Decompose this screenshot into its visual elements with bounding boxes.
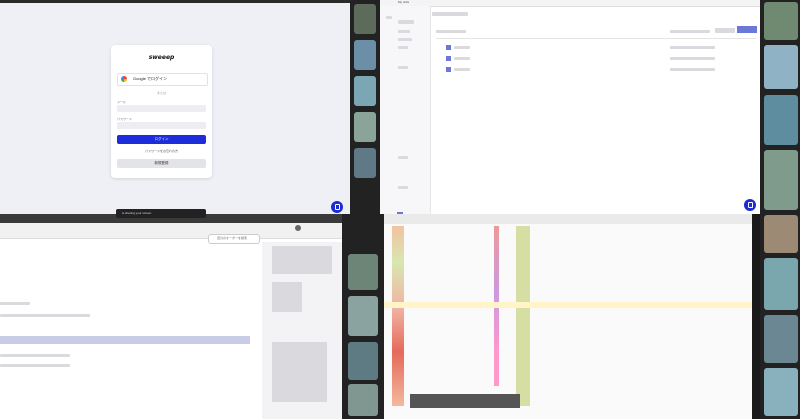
video-tile[interactable]: [764, 2, 798, 40]
page-title: [432, 12, 468, 16]
spreadsheet-pane: [384, 214, 752, 419]
main-content: [0, 244, 252, 419]
table-header: [670, 30, 710, 33]
status-column: [392, 226, 404, 406]
sidebar-item[interactable]: [398, 30, 410, 33]
google-login-button[interactable]: Google でログイン: [117, 73, 208, 86]
sidebar-item[interactable]: [398, 20, 414, 24]
login-pane: sweeep Google でログイン または メール パスワード ログイン パ…: [0, 0, 350, 214]
video-strip-right: [760, 0, 800, 419]
login-button[interactable]: ログイン: [117, 135, 206, 144]
list-item-icon: [446, 56, 451, 61]
info-box: [272, 342, 327, 402]
video-strip-middle: [342, 214, 384, 419]
sidebar-logo: [386, 16, 392, 19]
divider: [436, 38, 756, 39]
browser-pane: is sharing your screen 自分のオーダーを検索: [0, 209, 342, 419]
category-column: [516, 226, 530, 406]
list-item-meta: [670, 46, 715, 49]
info-box: [272, 246, 332, 274]
search-placeholder: 自分のオーダーを検索: [217, 236, 248, 240]
video-tile[interactable]: [764, 150, 798, 210]
app-title: My Jobs: [398, 0, 410, 4]
help-chat-icon[interactable]: [331, 201, 343, 213]
video-tile[interactable]: [764, 95, 798, 145]
sidebar-item[interactable]: [398, 156, 408, 159]
app-pane: My Jobs: [380, 0, 760, 218]
app-logo: sweeep: [148, 54, 175, 61]
overlay-bar: [410, 394, 520, 408]
list-item-icon: [446, 45, 451, 50]
video-tile[interactable]: [354, 148, 376, 178]
text-line: [0, 354, 70, 357]
video-tile[interactable]: [764, 45, 798, 89]
info-box: [272, 282, 302, 312]
search-input[interactable]: 自分のオーダーを検索: [208, 234, 260, 244]
highlighted-row: [0, 336, 250, 344]
screen-share-text: is sharing your screen: [122, 211, 152, 215]
forgot-password-link[interactable]: パスワードをお忘れの方: [111, 149, 212, 153]
sidebar-item[interactable]: [398, 66, 408, 69]
video-tile[interactable]: [764, 215, 798, 253]
sidebar-item[interactable]: [398, 186, 408, 189]
video-tile[interactable]: [354, 4, 376, 34]
sidebar-item[interactable]: [398, 46, 408, 49]
screen-share-notice: is sharing your screen: [116, 209, 206, 218]
password-label: パスワード: [117, 117, 133, 121]
video-tile[interactable]: [348, 342, 378, 380]
help-chat-icon[interactable]: [744, 199, 756, 211]
list-item[interactable]: [454, 57, 470, 60]
list-item-icon: [446, 67, 451, 72]
video-tile[interactable]: [764, 368, 798, 416]
primary-button[interactable]: [737, 26, 757, 33]
text-line: [0, 314, 90, 317]
text-line: [0, 364, 70, 367]
text-line: [0, 302, 30, 305]
video-tile[interactable]: [348, 296, 378, 336]
video-tile[interactable]: [354, 76, 376, 106]
login-card: sweeep Google でログイン または メール パスワード ログイン パ…: [111, 45, 212, 178]
secondary-button[interactable]: [715, 28, 735, 33]
browser-tabbar: is sharing your screen: [0, 209, 342, 223]
video-tile[interactable]: [354, 112, 376, 142]
table-header: [436, 30, 466, 33]
sidebar-item[interactable]: [398, 38, 412, 41]
video-tile[interactable]: [348, 384, 378, 416]
right-panel: [262, 242, 342, 419]
google-icon: [121, 76, 127, 82]
video-tile[interactable]: [348, 254, 378, 290]
video-tile[interactable]: [764, 258, 798, 310]
list-item-meta: [670, 57, 715, 60]
window-titlebar: [0, 0, 350, 3]
google-login-label: Google でログイン: [133, 76, 168, 81]
video-strip-left: [350, 0, 380, 214]
spreadsheet-toolbar: [384, 214, 752, 224]
video-tile[interactable]: [764, 315, 798, 363]
list-item[interactable]: [454, 46, 470, 49]
video-tile[interactable]: [354, 40, 376, 70]
email-field[interactable]: [117, 105, 206, 112]
password-field[interactable]: [117, 122, 206, 129]
browser-toolbar: 自分のオーダーを検索: [0, 223, 342, 244]
list-item[interactable]: [454, 68, 470, 71]
avatar[interactable]: [295, 225, 301, 231]
app-sidebar: [380, 6, 431, 218]
list-item-meta: [670, 68, 715, 71]
app-topbar: My Jobs: [380, 0, 760, 7]
signup-button[interactable]: 新規登録: [117, 159, 206, 168]
highlighted-row[interactable]: [384, 302, 752, 308]
divider-or-text: または: [156, 91, 166, 95]
email-label: メール: [117, 100, 127, 104]
